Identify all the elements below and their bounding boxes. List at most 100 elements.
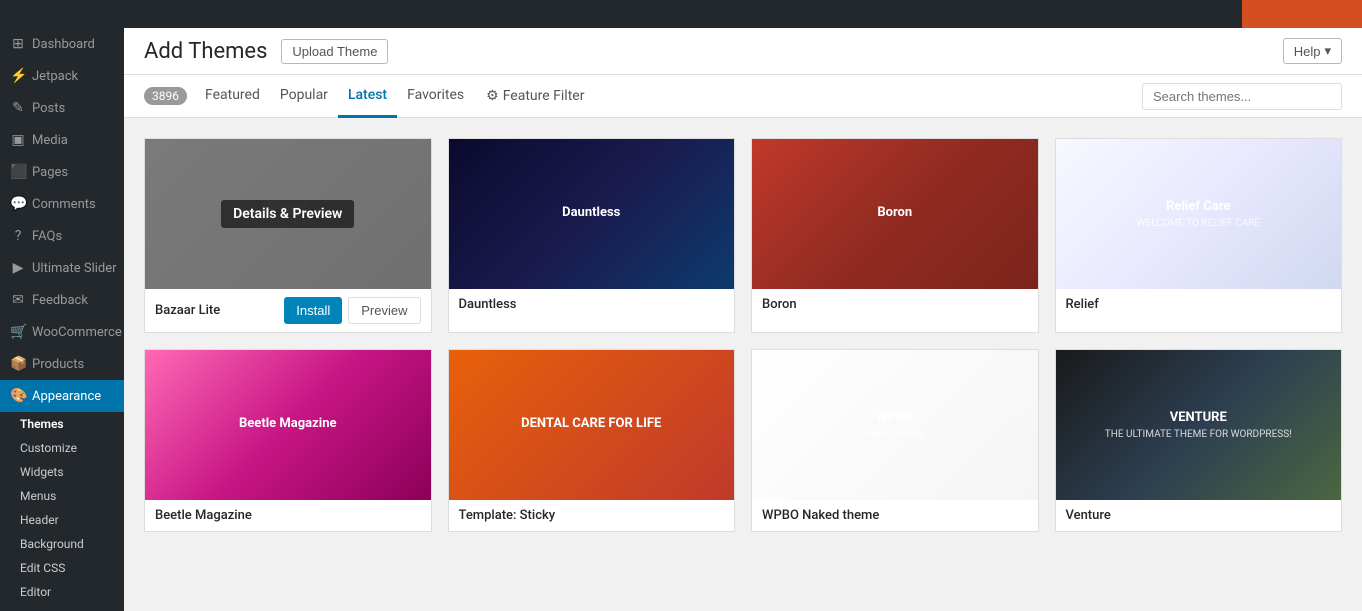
gear-icon: ⚙ (486, 88, 499, 104)
topbar-left: Add Themes Upload Theme (144, 39, 388, 64)
sidebar-label-ultimate-slider: Ultimate Slider (32, 261, 117, 276)
help-button[interactable]: Help ▾ (1283, 38, 1342, 64)
tab-favorites[interactable]: Favorites (397, 75, 474, 118)
theme-footer-sanitarium: Template: Sticky (449, 500, 735, 531)
sidebar-sub-item-background[interactable]: Background (0, 532, 124, 556)
theme-name-sanitarium: Template: Sticky (459, 508, 556, 523)
preview-button-bazaar-lite[interactable]: Preview (348, 297, 420, 324)
sidebar-sub-item-customize[interactable]: Customize (0, 436, 124, 460)
sidebar-label-media: Media (32, 133, 68, 148)
feature-filter-label: Feature Filter (503, 88, 585, 104)
sidebar-label-woocommerce: WooCommerce (32, 325, 122, 340)
sidebar-label-feedback: Feedback (32, 293, 88, 308)
theme-card[interactable]: Bazaar Shop Theme Details & Preview Baza… (144, 138, 432, 333)
sidebar-sub-item-widgets[interactable]: Widgets (0, 460, 124, 484)
sidebar-label-appearance: Appearance (32, 389, 101, 404)
install-button-bazaar-lite[interactable]: Install (284, 297, 342, 324)
feature-filter-tab[interactable]: ⚙ Feature Filter (476, 76, 594, 116)
theme-footer-wpbo: WPBO Naked theme (752, 500, 1038, 531)
sidebar-item-comments[interactable]: 💬 Comments (0, 188, 124, 220)
sidebar-label-pages: Pages (32, 165, 68, 180)
sidebar: ⊞Dashboard ⚡ Jetpack ✎Posts ▣ Media ⬛ Pages 💬 Com… (0, 28, 124, 611)
sidebar-item-ultimate-slider[interactable]: ▶ Ultimate Slider (0, 252, 124, 284)
theme-name-boron: Boron (762, 297, 797, 312)
theme-footer-beetle-magazine: Beetle Magazine (145, 500, 431, 531)
comments-icon: 💬 (10, 196, 26, 212)
theme-count-badge: 3896 (144, 87, 187, 105)
sidebar-item-appearance[interactable]: 🎨 Appearance (0, 380, 124, 412)
jetpack-icon: ⚡ (10, 68, 26, 84)
ultimate-slider-icon: ▶ (10, 260, 26, 276)
theme-footer-venture: Venture (1056, 500, 1342, 531)
theme-thumbnail-relief: Relief Care WELCOME TO RELIEF CARE (1056, 139, 1342, 289)
theme-thumbnail-dauntless: Dauntless (449, 139, 735, 289)
faqs-icon: ? (10, 228, 26, 244)
theme-card[interactable]: DENTAL CARE FOR LIFE Template: Sticky (448, 349, 736, 532)
theme-card[interactable]: Boron Boron (751, 138, 1039, 333)
theme-overlay-bazaar-lite: Details & Preview (145, 139, 431, 289)
theme-footer-relief: Relief (1056, 289, 1342, 320)
sidebar-label-jetpack: Jetpack (32, 69, 78, 84)
sidebar-item-dashboard[interactable]: ⊞Dashboard (0, 28, 124, 60)
search-area (1142, 83, 1342, 110)
sidebar-item-jetpack[interactable]: ⚡ Jetpack (0, 60, 124, 92)
sidebar-item-media[interactable]: ▣ Media (0, 124, 124, 156)
theme-actions-bazaar-lite: Install Preview (284, 297, 420, 324)
theme-footer-boron: Boron (752, 289, 1038, 320)
search-input[interactable] (1142, 83, 1342, 110)
admin-bar-highlight (1242, 0, 1362, 28)
pages-icon: ⬛ (10, 164, 26, 180)
theme-thumbnail-sanitarium: DENTAL CARE FOR LIFE (449, 350, 735, 500)
theme-grid: Bazaar Shop Theme Details & Preview Baza… (124, 118, 1362, 611)
details-preview-label: Details & Preview (221, 200, 354, 228)
sidebar-label-faqs: FAQs (32, 229, 62, 244)
sidebar-item-posts[interactable]: ✎Posts (0, 92, 124, 124)
sidebar-sub-item-edit-css[interactable]: Edit CSS (0, 556, 124, 580)
upload-theme-button[interactable]: Upload Theme (281, 39, 388, 64)
theme-card[interactable]: Dauntless Dauntless (448, 138, 736, 333)
help-label: Help (1294, 44, 1321, 59)
sidebar-label-posts: Posts (32, 101, 65, 116)
dashboard-icon: ⊞ (10, 36, 26, 52)
chevron-down-icon: ▾ (1324, 43, 1331, 59)
woocommerce-icon: 🛒 (10, 324, 26, 340)
theme-name-wpbo: WPBO Naked theme (762, 508, 879, 523)
appearance-icon: 🎨 (10, 388, 26, 404)
theme-card[interactable]: WPBO Naked theme WPBO Naked theme (751, 349, 1039, 532)
sidebar-item-woocommerce[interactable]: 🛒 WooCommerce (0, 316, 124, 348)
tabs-bar: 3896 FeaturedPopularLatestFavorites ⚙ Fe… (124, 75, 1362, 118)
theme-card[interactable]: Beetle Magazine Beetle Magazine (144, 349, 432, 532)
sidebar-item-feedback[interactable]: ✉ Feedback (0, 284, 124, 316)
sidebar-label-products: Products (32, 357, 84, 372)
theme-thumbnail-venture: VENTURE THE ULTIMATE THEME FOR WORDPRESS… (1056, 350, 1342, 500)
theme-card[interactable]: Relief Care WELCOME TO RELIEF CARE Relie… (1055, 138, 1343, 333)
sidebar-sub-item-menus[interactable]: Menus (0, 484, 124, 508)
feedback-icon: ✉ (10, 292, 26, 308)
sidebar-sub-item-themes[interactable]: Themes (0, 412, 124, 436)
tab-popular[interactable]: Popular (270, 75, 338, 118)
theme-card[interactable]: VENTURE THE ULTIMATE THEME FOR WORDPRESS… (1055, 349, 1343, 532)
tab-list: FeaturedPopularLatestFavorites (195, 75, 474, 117)
sidebar-item-products[interactable]: 📦 Products (0, 348, 124, 380)
theme-name-bazaar-lite: Bazaar Lite (155, 303, 220, 318)
theme-thumbnail-wpbo: WPBO Naked theme (752, 350, 1038, 500)
tab-featured[interactable]: Featured (195, 75, 270, 118)
sidebar-item-plugins[interactable]: 🔌Plugins (0, 604, 124, 611)
sidebar-sub-item-editor[interactable]: Editor (0, 580, 124, 604)
admin-bar (0, 0, 1362, 28)
sidebar-item-faqs[interactable]: ? FAQs (0, 220, 124, 252)
products-icon: 📦 (10, 356, 26, 372)
sidebar-sub-item-header[interactable]: Header (0, 508, 124, 532)
theme-thumbnail-bazaar-lite: Bazaar Shop Theme Details & Preview (145, 139, 431, 289)
main-content: Add Themes Upload Theme Help ▾ 3896 Feat… (124, 28, 1362, 611)
theme-name-venture: Venture (1066, 508, 1111, 523)
theme-footer-bazaar-lite: Bazaar Lite Install Preview (145, 289, 431, 332)
page-title: Add Themes (144, 39, 267, 64)
theme-name-relief: Relief (1066, 297, 1099, 312)
media-icon: ▣ (10, 132, 26, 148)
theme-footer-dauntless: Dauntless (449, 289, 735, 320)
sidebar-label-comments: Comments (32, 197, 96, 212)
theme-thumbnail-boron: Boron (752, 139, 1038, 289)
tab-latest[interactable]: Latest (338, 75, 397, 118)
sidebar-item-pages[interactable]: ⬛ Pages (0, 156, 124, 188)
